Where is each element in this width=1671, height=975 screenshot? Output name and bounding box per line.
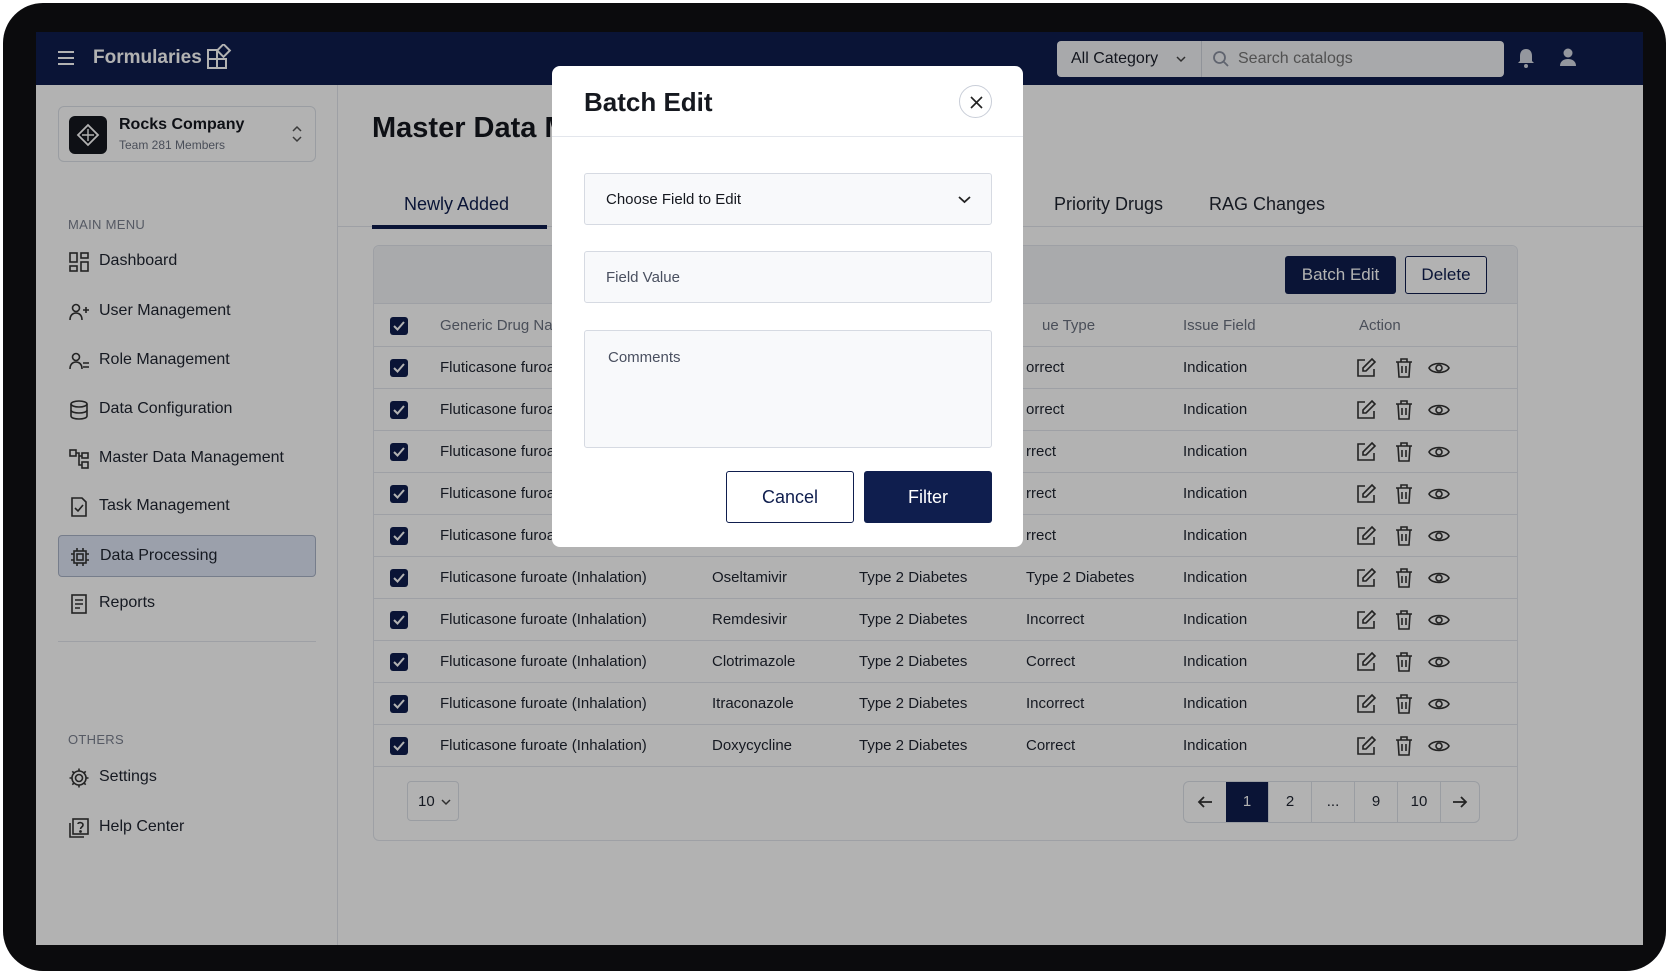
comments-textarea[interactable]: Comments [584, 330, 992, 448]
filter-button[interactable]: Filter [864, 471, 992, 523]
close-icon [970, 96, 983, 109]
device-frame: Formularies All Category Rocks Company T… [3, 3, 1666, 971]
modal-header: Batch Edit [552, 66, 1023, 137]
field-value-input[interactable]: Field Value [584, 251, 992, 303]
cancel-button[interactable]: Cancel [726, 471, 854, 523]
comments-placeholder: Comments [608, 349, 681, 366]
app-screen: Formularies All Category Rocks Company T… [36, 32, 1643, 945]
field-value-placeholder: Field Value [606, 269, 680, 286]
chevron-down-icon [958, 196, 971, 204]
batch-edit-modal: Batch Edit Choose Field to Edit Field Va… [552, 66, 1023, 547]
choose-field-select[interactable]: Choose Field to Edit [584, 173, 992, 225]
choose-field-label: Choose Field to Edit [606, 191, 742, 208]
modal-title: Batch Edit [584, 87, 713, 117]
modal-close-button[interactable] [959, 85, 992, 118]
